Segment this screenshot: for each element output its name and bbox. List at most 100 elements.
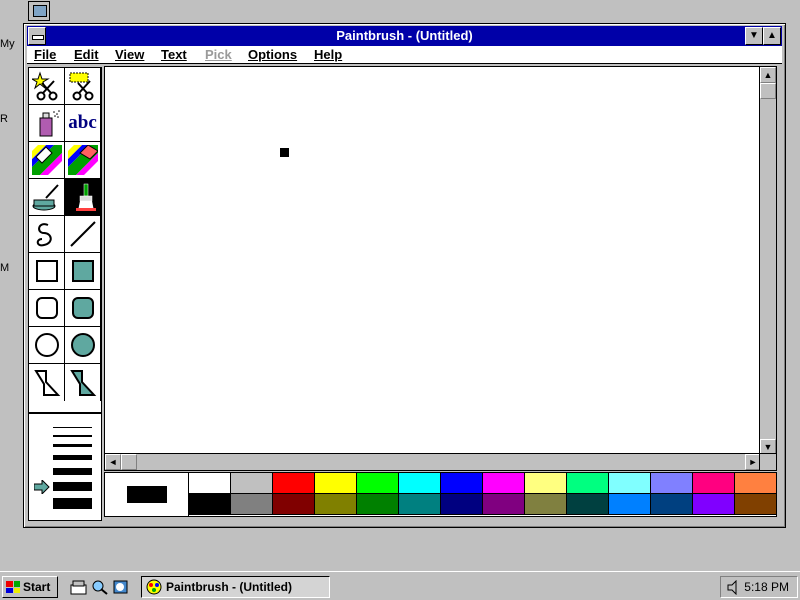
volume-icon[interactable] [726, 580, 742, 595]
menu-bar: File Edit View Text Pick Options Help [27, 46, 782, 64]
color-swatch[interactable] [567, 473, 609, 494]
color-swatch[interactable] [735, 494, 777, 515]
rounded-box-tool[interactable] [29, 290, 65, 327]
circle-tool[interactable] [29, 327, 65, 364]
line-width-5[interactable] [53, 468, 92, 475]
filled-rounded-box-tool[interactable] [65, 290, 101, 327]
browser-shortcut-icon[interactable] [112, 579, 129, 595]
filled-box-tool[interactable] [65, 253, 101, 290]
explorer-shortcut-icon[interactable] [91, 579, 108, 595]
horizontal-scrollbar[interactable]: ◄ ► [105, 453, 761, 470]
maximize-button[interactable]: ▲ [763, 27, 781, 45]
horizontal-scroll-thumb[interactable] [121, 454, 137, 470]
desktop-computer-icon[interactable] [28, 1, 50, 21]
brush-cursor [280, 148, 289, 157]
color-swatch[interactable] [483, 494, 525, 515]
line-width-4[interactable] [53, 455, 92, 460]
color-swatch[interactable] [693, 494, 735, 515]
color-swatch[interactable] [609, 473, 651, 494]
paint-roller-tool[interactable] [29, 179, 65, 216]
desktop-shortcut-icon[interactable] [70, 579, 87, 595]
color-swatch[interactable] [231, 473, 273, 494]
eraser-tool-icon [67, 145, 98, 175]
toolbox: abc [28, 67, 102, 413]
line-width-2[interactable] [53, 435, 92, 437]
line-width-selector [28, 413, 102, 521]
color-swatch[interactable] [483, 473, 525, 494]
polygon-tool[interactable] [29, 364, 65, 401]
arrow-right-icon [34, 480, 50, 494]
color-swatch[interactable] [651, 494, 693, 515]
title-bar[interactable]: Paintbrush - (Untitled) ▼ ▲ [27, 26, 782, 46]
rounded-box-tool-icon [35, 297, 58, 319]
menu-view[interactable]: View [115, 47, 144, 62]
circle-tool-icon [34, 333, 59, 357]
color-eraser-tool-icon [31, 145, 62, 175]
vertical-scrollbar[interactable]: ▲ ▼ [759, 67, 776, 455]
color-swatch[interactable] [609, 494, 651, 515]
color-swatch[interactable] [399, 473, 441, 494]
color-swatch[interactable] [231, 494, 273, 515]
color-swatch[interactable] [567, 494, 609, 515]
pick-tool[interactable] [65, 68, 101, 105]
line-width-3[interactable] [53, 444, 92, 447]
airbrush-tool[interactable] [29, 105, 65, 142]
scroll-left-button[interactable]: ◄ [105, 454, 121, 470]
line-width-7[interactable] [53, 498, 92, 509]
color-swatch[interactable] [441, 494, 483, 515]
menu-options[interactable]: Options [248, 47, 297, 62]
color-eraser-tool[interactable] [29, 142, 65, 179]
menu-help[interactable]: Help [314, 47, 342, 62]
menu-edit[interactable]: Edit [74, 47, 99, 62]
menu-pick[interactable]: Pick [205, 47, 232, 62]
canvas-frame: ▲ ▼ ◄ ► [104, 66, 777, 471]
line-tool[interactable] [65, 216, 101, 253]
color-swatch[interactable] [189, 473, 231, 494]
airbrush-tool-icon [39, 110, 60, 137]
filled-circle-tool[interactable] [65, 327, 101, 364]
color-swatch[interactable] [399, 494, 441, 515]
menu-text[interactable]: Text [161, 47, 187, 62]
color-swatch[interactable] [651, 473, 693, 494]
clock[interactable]: 5:18 PM [744, 580, 789, 594]
brush-tool[interactable] [65, 179, 101, 216]
text-tool[interactable]: abc [65, 105, 101, 142]
scroll-up-button[interactable]: ▲ [760, 67, 776, 83]
menu-file[interactable]: File [34, 47, 56, 62]
paintbrush-app-icon [146, 579, 162, 595]
paint-roller-tool-icon [32, 184, 59, 211]
color-swatch[interactable] [693, 473, 735, 494]
box-tool[interactable] [29, 253, 65, 290]
color-swatch[interactable] [273, 494, 315, 515]
taskbar-paintbrush-button[interactable]: Paintbrush - (Untitled) [141, 576, 330, 598]
color-swatch[interactable] [273, 473, 315, 494]
color-swatch[interactable] [315, 473, 357, 494]
line-tool-icon [69, 221, 96, 247]
scissors-tool-icon [31, 71, 57, 101]
start-button[interactable]: Start [2, 576, 58, 598]
taskbar-task-label: Paintbrush - (Untitled) [166, 580, 292, 594]
color-swatch[interactable] [357, 473, 399, 494]
filled-box-tool-icon [71, 260, 94, 282]
curve-tool[interactable] [29, 216, 65, 253]
drawing-canvas[interactable] [105, 67, 761, 455]
line-width-6[interactable] [53, 482, 92, 491]
color-swatch[interactable] [525, 494, 567, 515]
color-swatch[interactable] [189, 494, 231, 515]
system-tray: 5:18 PM [720, 576, 798, 598]
minimize-button[interactable]: ▼ [745, 27, 763, 45]
curve-tool-icon [36, 223, 52, 247]
filled-polygon-tool[interactable] [65, 364, 101, 401]
scrollbar-corner [759, 453, 776, 470]
color-swatch[interactable] [525, 473, 567, 494]
line-width-1[interactable] [53, 427, 92, 428]
color-swatch[interactable] [735, 473, 777, 494]
filled-rounded-box-tool-icon [71, 297, 94, 319]
eraser-tool[interactable] [65, 142, 101, 179]
color-swatch[interactable] [441, 473, 483, 494]
color-swatch[interactable] [357, 494, 399, 515]
desktop-icon-label-2: R [0, 113, 8, 125]
scissors-tool[interactable] [29, 68, 65, 105]
vertical-scroll-thumb[interactable] [760, 83, 776, 99]
color-swatch[interactable] [315, 494, 357, 515]
